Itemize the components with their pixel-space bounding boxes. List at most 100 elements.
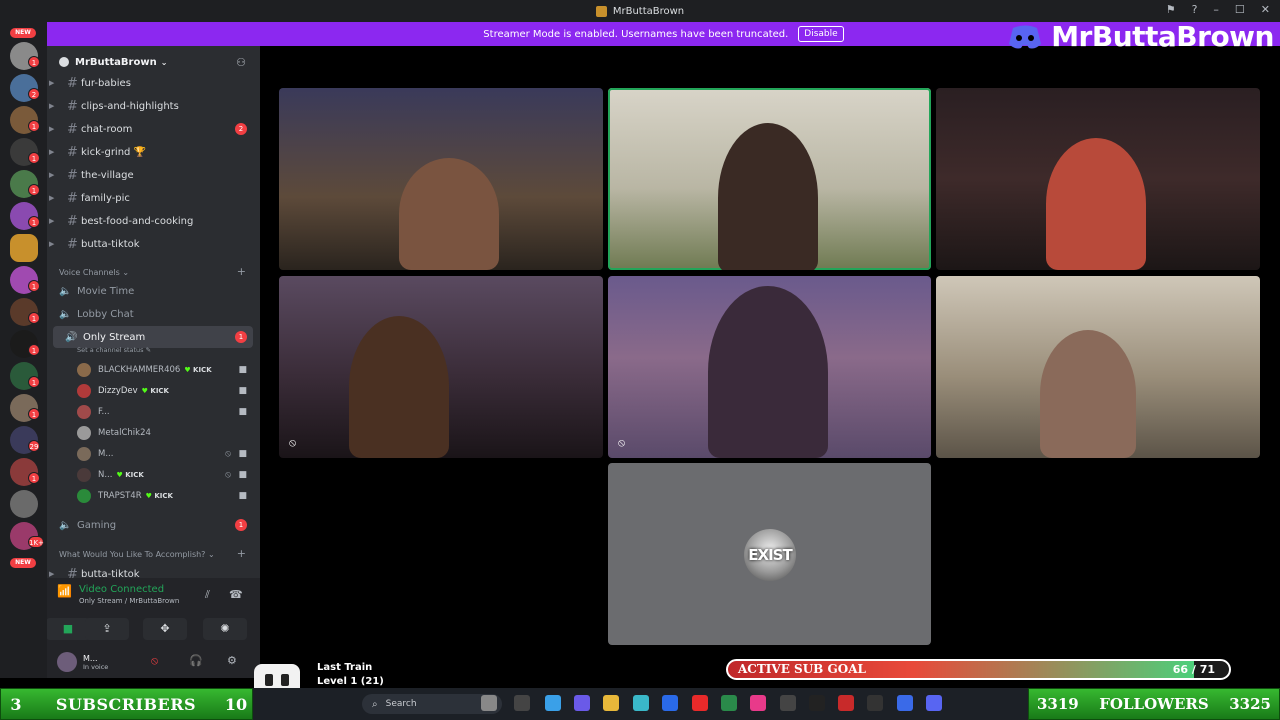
channel-kick-grind[interactable]: ▶ # kick-grind 🏆 (47, 141, 260, 163)
track-title: Last Train (317, 662, 373, 673)
voice-channel-movie-time[interactable]: 🔈 Movie Time (47, 280, 260, 302)
server-rail: NEW 1 2 1 1 1 1 1 1 1 1 1 29 1 1K+ NEW (0, 22, 47, 678)
tiktok-icon[interactable] (750, 695, 766, 711)
screen-share-button[interactable]: ⇪ (85, 618, 129, 640)
camera-icon: ■ (238, 449, 247, 459)
file-explorer-icon[interactable] (603, 695, 619, 711)
task-view-icon[interactable] (514, 695, 530, 711)
settings-gear-icon[interactable]: ⚙ (227, 654, 237, 667)
channel-fur-babies[interactable]: ▶ # fur-babies (47, 72, 260, 94)
video-tile[interactable] (279, 88, 603, 270)
disable-streamer-mode-button[interactable]: Disable (798, 26, 844, 42)
chevron-right-icon: ▶ (49, 171, 55, 179)
noise-suppression-icon[interactable]: ⫽ (205, 588, 210, 602)
channel-status-prompt[interactable]: Set a channel status ✎ (77, 346, 151, 354)
voice-status-text[interactable]: Video Connected (79, 584, 179, 595)
camera-button[interactable]: ■ (47, 618, 90, 640)
soundboard-button[interactable]: ✺ (203, 618, 247, 640)
video-tile-no-camera[interactable]: EXIST (608, 463, 931, 645)
edge-icon[interactable] (633, 695, 649, 711)
muted-mic-icon: ⦸ (618, 436, 626, 449)
app-icon[interactable] (838, 695, 854, 711)
create-channel-icon[interactable]: + (237, 547, 246, 560)
video-tile[interactable] (936, 276, 1260, 458)
channel-family-pic[interactable]: ▶ # family-pic (47, 187, 260, 209)
voice-status: 📶 Video Connected Only Stream / MrButtaB… (57, 584, 179, 605)
search-placeholder: Search (385, 699, 417, 709)
camera-icon: ■ (238, 386, 247, 396)
server-icon[interactable] (10, 490, 38, 518)
video-tile[interactable]: ⦸ (608, 276, 931, 458)
rail-badge: 1 (28, 216, 40, 228)
headphones-icon[interactable]: 🎧 (189, 654, 203, 667)
channel-butta-tiktok[interactable]: ▶ # butta-tiktok (47, 233, 260, 255)
create-channel-icon[interactable]: + (237, 265, 246, 278)
camera-icon: ■ (62, 622, 74, 635)
kick-label: KICK (193, 366, 212, 374)
activities-button[interactable]: ✥ (143, 618, 187, 640)
voice-channel-only-stream[interactable]: 🔊 Only Stream 1 (53, 326, 253, 348)
subs-current: 3 (10, 694, 22, 714)
close-button[interactable]: ✕ (1261, 3, 1270, 16)
voice-member[interactable]: N... ♥ KICK ⦸ ■ (77, 465, 257, 485)
chrome-icon[interactable] (897, 695, 913, 711)
voice-member[interactable]: DizzyDev ♥ KICK ■ (77, 381, 257, 401)
voice-location[interactable]: Only Stream / MrButtaBrown (79, 597, 179, 605)
voice-channel-gaming[interactable]: 🔈 Gaming 1 (47, 514, 260, 536)
widgets-icon[interactable] (481, 695, 497, 711)
hash-icon: # (67, 144, 78, 160)
avatar (77, 363, 91, 377)
maximize-button[interactable]: ☐ (1235, 3, 1245, 16)
obs-icon[interactable] (867, 695, 883, 711)
voice-member[interactable]: BLACKHAMMER406 ♥ KICK ■ (77, 360, 257, 380)
channel-name: clips-and-highlights (81, 100, 179, 112)
voice-channel-lobby-chat[interactable]: 🔈 Lobby Chat (47, 303, 260, 325)
mic-muted-icon[interactable]: ⦸ (151, 654, 158, 668)
voice-member[interactable]: TRAPST4R ♥ KICK ■ (77, 486, 257, 506)
category-accomplish[interactable]: What Would You Like To Accomplish? ⌄ (59, 550, 215, 559)
hash-icon: # (67, 167, 78, 183)
kick-tag: ♥ KICK (145, 492, 173, 500)
teams-icon[interactable] (574, 695, 590, 711)
chevron-right-icon: ▶ (49, 217, 55, 225)
server-icon-active[interactable] (10, 234, 38, 262)
user-name[interactable]: M... (83, 654, 108, 663)
avatar (77, 447, 91, 461)
voice-member[interactable]: MetalChik24 (77, 423, 257, 443)
kick-tag: ♥ KICK (184, 366, 212, 374)
chevron-right-icon: ▶ (49, 148, 55, 156)
video-tile[interactable]: ⦸ (279, 276, 603, 458)
steam-icon[interactable] (780, 695, 796, 711)
excel-icon[interactable] (721, 695, 737, 711)
channel-the-village[interactable]: ▶ # the-village (47, 164, 260, 186)
discord-icon[interactable] (926, 695, 942, 711)
invite-people-icon[interactable]: ⚇ (236, 56, 246, 69)
avatar (77, 426, 91, 440)
voice-member[interactable]: M... ⦸ ■ (77, 444, 257, 464)
server-shield-icon (59, 57, 69, 67)
subs-label: SUBSCRIBERS (55, 694, 197, 714)
help-icon[interactable]: ? (1192, 3, 1198, 16)
video-tile[interactable] (936, 88, 1260, 270)
channel-best-food-and-cooking[interactable]: ▶ # best-food-and-cooking (47, 210, 260, 232)
store-icon[interactable] (662, 695, 678, 711)
avatar[interactable] (57, 652, 77, 672)
channel-clips-and-highlights[interactable]: ▶ # clips-and-highlights (47, 95, 260, 117)
chevron-right-icon: ▶ (49, 125, 55, 133)
hash-icon: # (67, 236, 78, 252)
youtube-icon[interactable] (692, 695, 708, 711)
video-tile-speaking[interactable] (608, 88, 931, 270)
call-of-duty-icon[interactable] (809, 695, 825, 711)
inbox-icon[interactable]: ⚑ (1166, 3, 1176, 16)
disconnect-icon[interactable]: ☎ (229, 588, 243, 601)
voice-member[interactable]: F... ■ (77, 402, 257, 422)
minimize-button[interactable]: – (1213, 3, 1219, 16)
channel-chat-room[interactable]: ▶ # chat-room 2 (47, 118, 260, 140)
rail-badge: 1 (28, 56, 40, 68)
rail-badge: 1 (28, 344, 40, 356)
member-name: M... (98, 449, 114, 459)
category-voice-channels[interactable]: Voice Channels ⌄ (59, 268, 129, 277)
chevron-right-icon: ▶ (49, 102, 55, 110)
copilot-icon[interactable] (545, 695, 561, 711)
chevron-right-icon: ▶ (49, 240, 55, 248)
